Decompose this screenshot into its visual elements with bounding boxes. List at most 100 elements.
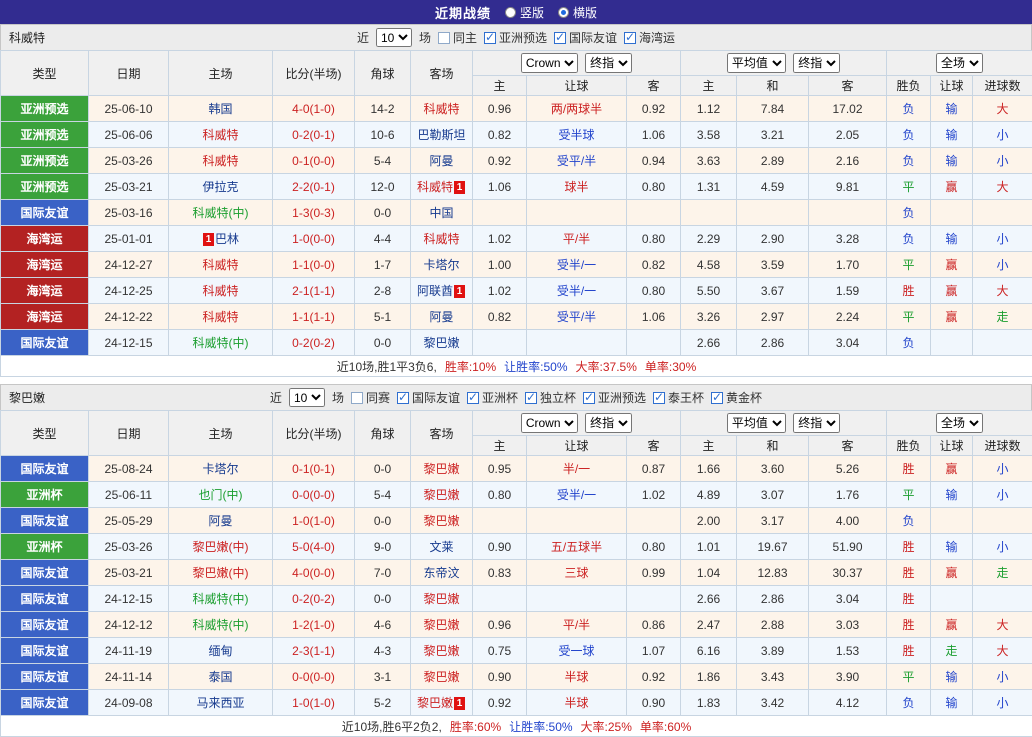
- scope-select[interactable]: 全场: [936, 413, 983, 433]
- team-cell[interactable]: 1巴林: [169, 226, 273, 252]
- team-cell[interactable]: 韩国: [169, 96, 273, 122]
- avg-stage-select[interactable]: 终指: [793, 53, 840, 73]
- team-cell[interactable]: 黎巴嫩(中): [169, 560, 273, 586]
- team-cell[interactable]: 也门(中): [169, 482, 273, 508]
- avg-company-select[interactable]: 平均值: [727, 413, 786, 433]
- team-cell[interactable]: 科威特: [411, 226, 473, 252]
- team-cell[interactable]: 科威特: [169, 278, 273, 304]
- match-score[interactable]: 1-0(1-0): [273, 690, 355, 716]
- checkbox-icon[interactable]: [467, 392, 479, 404]
- filter-checkbox[interactable]: 亚洲杯: [467, 389, 518, 406]
- filter-checkbox[interactable]: 国际友谊: [554, 29, 617, 46]
- radio-icon[interactable]: [505, 7, 516, 18]
- checkbox-icon[interactable]: [397, 392, 409, 404]
- checkbox-icon[interactable]: [438, 32, 450, 44]
- team-cell[interactable]: 卡塔尔: [169, 456, 273, 482]
- team-cell[interactable]: 马来西亚: [169, 690, 273, 716]
- match-score[interactable]: 4-0(0-0): [273, 560, 355, 586]
- filter-checkbox[interactable]: 同主: [438, 29, 477, 46]
- team-cell[interactable]: 黎巴嫩: [411, 508, 473, 534]
- team-cell[interactable]: 文莱: [411, 534, 473, 560]
- team-cell[interactable]: 泰国: [169, 664, 273, 690]
- team-cell[interactable]: 黎巴嫩: [411, 586, 473, 612]
- match-score[interactable]: 0-1(0-0): [273, 148, 355, 174]
- match-score[interactable]: 2-1(1-1): [273, 278, 355, 304]
- team-cell[interactable]: 黎巴嫩1: [411, 690, 473, 716]
- match-score[interactable]: 0-1(0-1): [273, 456, 355, 482]
- team-cell[interactable]: 黎巴嫩: [411, 664, 473, 690]
- odds-away: 1.06: [627, 304, 681, 330]
- team-cell[interactable]: 黎巴嫩(中): [169, 534, 273, 560]
- filter-checkbox[interactable]: 国际友谊: [397, 389, 460, 406]
- match-score[interactable]: 2-2(0-1): [273, 174, 355, 200]
- match-score[interactable]: 1-1(1-1): [273, 304, 355, 330]
- checkbox-icon[interactable]: [351, 392, 363, 404]
- match-score[interactable]: 2-3(1-1): [273, 638, 355, 664]
- checkbox-icon[interactable]: [554, 32, 566, 44]
- team-cell[interactable]: 缅甸: [169, 638, 273, 664]
- checkbox-icon[interactable]: [525, 392, 537, 404]
- recent-count-select[interactable]: 10: [289, 388, 325, 407]
- team-cell[interactable]: 科威特(中): [169, 586, 273, 612]
- avg-stage-select[interactable]: 终指: [793, 413, 840, 433]
- team-cell[interactable]: 科威特(中): [169, 330, 273, 356]
- match-score[interactable]: 0-2(0-1): [273, 122, 355, 148]
- odds-company-select[interactable]: Crown: [521, 53, 578, 73]
- odds-stage-select[interactable]: 终指: [585, 413, 632, 433]
- filter-checkbox[interactable]: 海湾运: [624, 29, 675, 46]
- filter-checkbox[interactable]: 同赛: [351, 389, 390, 406]
- team-cell[interactable]: 中国: [411, 200, 473, 226]
- team-cell[interactable]: 阿曼: [169, 508, 273, 534]
- team-cell[interactable]: 黎巴嫩: [411, 638, 473, 664]
- match-score[interactable]: 0-0(0-0): [273, 482, 355, 508]
- team-cell[interactable]: 科威特: [169, 148, 273, 174]
- team-cell[interactable]: 科威特(中): [169, 200, 273, 226]
- checkbox-icon[interactable]: [583, 392, 595, 404]
- team-cell[interactable]: 科威特1: [411, 174, 473, 200]
- checkbox-icon[interactable]: [711, 392, 723, 404]
- filter-checkbox[interactable]: 亚洲预选: [484, 29, 547, 46]
- layout-radio-vertical[interactable]: 竖版: [505, 4, 544, 21]
- team-cell[interactable]: 科威特(中): [169, 612, 273, 638]
- match-score[interactable]: 1-2(1-0): [273, 612, 355, 638]
- match-score[interactable]: 0-0(0-0): [273, 664, 355, 690]
- radio-icon-selected[interactable]: [558, 7, 569, 18]
- team-cell[interactable]: 黎巴嫩: [411, 482, 473, 508]
- team-cell[interactable]: 科威特: [411, 96, 473, 122]
- team-cell[interactable]: 黎巴嫩: [411, 330, 473, 356]
- team-cell[interactable]: 黎巴嫩: [411, 612, 473, 638]
- team-cell[interactable]: 伊拉克: [169, 174, 273, 200]
- avg-company-select[interactable]: 平均值: [727, 53, 786, 73]
- match-score[interactable]: 1-0(1-0): [273, 508, 355, 534]
- scope-select[interactable]: 全场: [936, 53, 983, 73]
- match-score[interactable]: 1-3(0-3): [273, 200, 355, 226]
- filter-checkbox[interactable]: 泰王杯: [653, 389, 704, 406]
- team-cell[interactable]: 东帝汶: [411, 560, 473, 586]
- team-cell[interactable]: 黎巴嫩: [411, 456, 473, 482]
- team-cell[interactable]: 阿曼: [411, 148, 473, 174]
- team-cell[interactable]: 科威特: [169, 304, 273, 330]
- team-cell[interactable]: 科威特: [169, 252, 273, 278]
- checkbox-icon[interactable]: [624, 32, 636, 44]
- match-score[interactable]: 1-1(0-0): [273, 252, 355, 278]
- filter-checkbox[interactable]: 黄金杯: [711, 389, 762, 406]
- match-score[interactable]: 4-0(1-0): [273, 96, 355, 122]
- checkbox-icon[interactable]: [484, 32, 496, 44]
- match-score[interactable]: 0-2(0-2): [273, 330, 355, 356]
- checkbox-icon[interactable]: [653, 392, 665, 404]
- team-cell[interactable]: 科威特: [169, 122, 273, 148]
- match-score[interactable]: 5-0(4-0): [273, 534, 355, 560]
- team-cell[interactable]: 巴勒斯坦: [411, 122, 473, 148]
- team-cell[interactable]: 阿联酋1: [411, 278, 473, 304]
- layout-radio-horizontal[interactable]: 横版: [558, 4, 597, 21]
- filter-checkbox[interactable]: 亚洲预选: [583, 389, 646, 406]
- recent-count-select[interactable]: 10: [376, 28, 412, 47]
- odds-company-select[interactable]: Crown: [521, 413, 578, 433]
- team-cell[interactable]: 卡塔尔: [411, 252, 473, 278]
- filter-checkbox[interactable]: 独立杯: [525, 389, 576, 406]
- match-score[interactable]: 1-0(0-0): [273, 226, 355, 252]
- match-score[interactable]: 0-2(0-2): [273, 586, 355, 612]
- odds-stage-select[interactable]: 终指: [585, 53, 632, 73]
- handicap-result-cell: [931, 200, 973, 226]
- team-cell[interactable]: 阿曼: [411, 304, 473, 330]
